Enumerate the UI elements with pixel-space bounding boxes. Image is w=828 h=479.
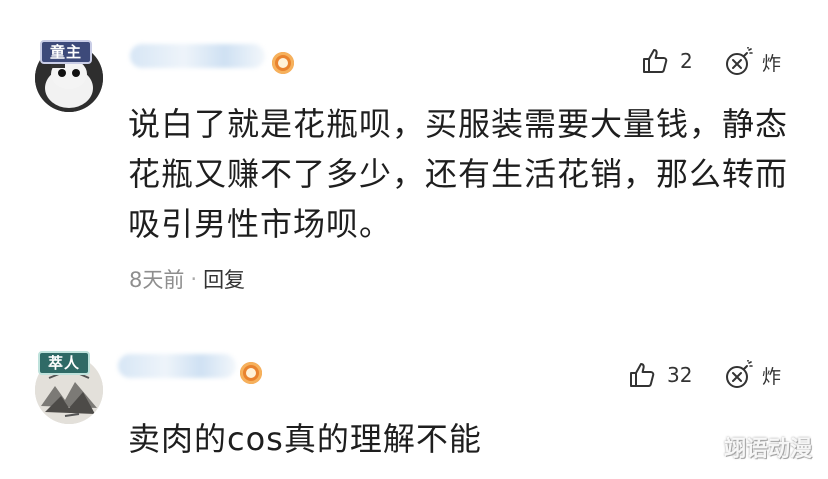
comment-time: 8天前 (129, 268, 185, 292)
comment-item: 萃人 32 炸 卖肉的cos真的理解不能 (0, 320, 828, 479)
watermark: 翊语动漫 (723, 437, 812, 462)
like-count: 32 (667, 363, 693, 387)
thumbs-up-icon (630, 363, 655, 387)
level-badge-icon (272, 52, 294, 74)
comment-meta: 8天前 · 回复 (129, 264, 245, 294)
meta-separator: · (190, 267, 198, 291)
thumbs-up-icon (643, 49, 668, 73)
boom-label: 炸 (762, 365, 782, 388)
comment-item: 童主 2 炸 说白了就是花瓶呗，买服装需要大量钱，静态花瓶又赚不了多少，还有生活… (0, 0, 828, 320)
username-blurred[interactable] (130, 44, 265, 68)
user-badge: 萃人 (38, 351, 91, 375)
like-count: 2 (680, 49, 693, 73)
reply-button[interactable]: 回复 (203, 264, 245, 294)
boom-button[interactable]: 炸 (724, 360, 781, 390)
user-badge: 童主 (40, 40, 93, 64)
comment-text: 说白了就是花瓶呗，买服装需要大量钱，静态花瓶又赚不了多少，还有生活花销，那么转而… (128, 105, 789, 243)
like-button[interactable]: 32 (627, 360, 692, 390)
username-blurred[interactable] (118, 354, 236, 378)
boom-button[interactable]: 炸 (724, 47, 781, 77)
like-button[interactable]: 2 (640, 46, 693, 76)
level-badge-icon (240, 362, 262, 384)
bomb-icon (726, 360, 753, 388)
comment-text: 卖肉的cos真的理解不能 (128, 420, 482, 458)
bomb-icon (726, 47, 753, 75)
boom-label: 炸 (762, 52, 782, 75)
